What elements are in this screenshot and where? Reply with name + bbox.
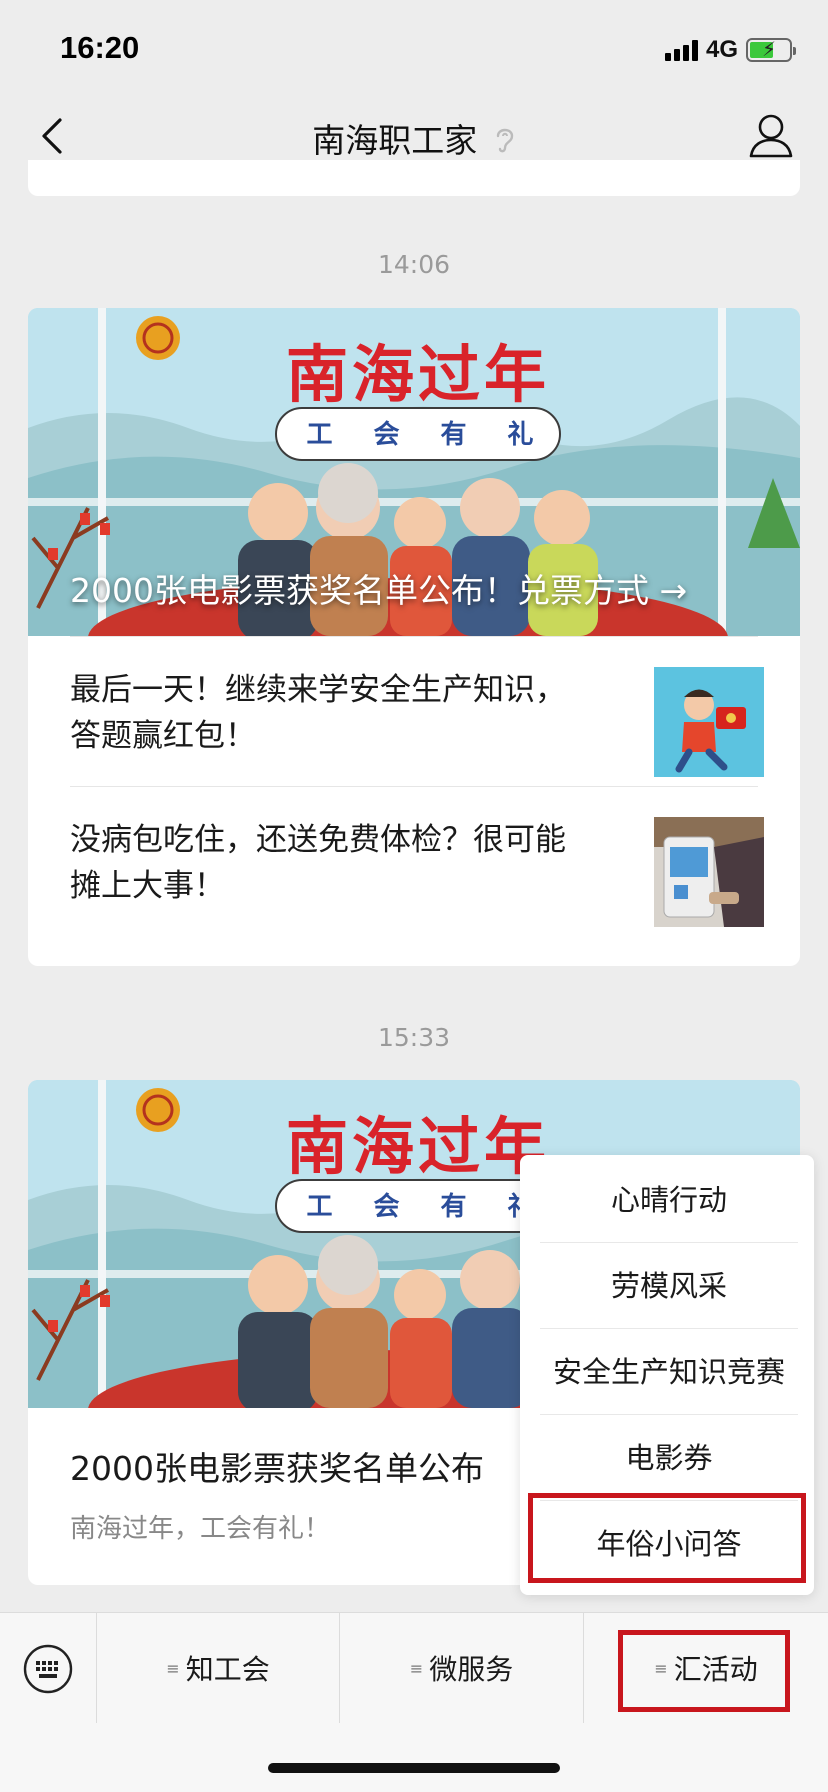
person-icon xyxy=(749,114,793,158)
network-type: 4G xyxy=(705,36,738,63)
sub-article-title: 没病包吃住，还送免费体检？很可能摊上大事！ xyxy=(70,822,566,904)
sub-article-thumbnail xyxy=(654,817,764,927)
banner-subheading: 工 会 有 礼 xyxy=(306,420,534,450)
status-bar: 16:20 4G ⚡ xyxy=(0,0,828,96)
menu-tab-label: 知工会 xyxy=(185,1653,270,1686)
message-timestamp: 14:06 xyxy=(377,250,451,279)
article-digest: 南海过年，工会有礼！ xyxy=(70,1514,331,1544)
submenu-item-laomo[interactable]: 劳模风采 xyxy=(540,1243,798,1329)
sub-article-title: 最后一天！继续来学安全生产知识，答题赢红包！ xyxy=(70,672,566,754)
menu-tab-weifuwu[interactable]: ≡ 微服务 xyxy=(339,1613,583,1723)
banner-subheading: 工 会 有 礼 xyxy=(306,1192,533,1222)
highlight-box xyxy=(528,1493,806,1583)
submenu-item-safety-quiz[interactable]: 安全生产知识竞赛 xyxy=(540,1329,798,1415)
keyboard-icon xyxy=(23,1644,73,1694)
menu-tab-zhigonghui[interactable]: ≡ 知工会 xyxy=(96,1613,339,1723)
status-time: 16:20 xyxy=(60,30,140,65)
previous-message-card[interactable] xyxy=(28,160,800,196)
listen-ear-icon[interactable] xyxy=(494,123,516,162)
article-title: 2000张电影票获奖名单公布 xyxy=(70,1449,484,1488)
banner-image[interactable]: 南海过年 工 会 有 礼 2000张电影票获奖名单公布！兑票方式 → xyxy=(28,308,800,636)
battery-icon: ⚡ xyxy=(746,37,796,62)
banner-heading: 南海过年 xyxy=(285,338,550,411)
signal-icon xyxy=(664,39,698,61)
sub-article-item[interactable]: 最后一天！继续来学安全生产知识，答题赢红包！ xyxy=(70,636,764,786)
submenu-item-xinqing[interactable]: 心晴行动 xyxy=(540,1157,798,1243)
sub-article-item[interactable]: 没病包吃住，还送免费体检？很可能摊上大事！ xyxy=(70,786,764,936)
banner-caption: 2000张电影票获奖名单公布！兑票方式 → xyxy=(70,571,688,610)
page-title: 南海职工家 xyxy=(0,114,828,162)
message-card-multi: 南海过年 工 会 有 礼 2000张电影票获奖名单公布！兑票方式 → 最后一天！… xyxy=(28,308,800,966)
message-timestamp: 15:33 xyxy=(377,1023,451,1052)
menu-list-icon: ≡ xyxy=(166,1658,180,1678)
menu-tab-label: 微服务 xyxy=(429,1653,514,1686)
highlight-box xyxy=(618,1630,790,1712)
keyboard-toggle-button[interactable] xyxy=(22,1643,74,1695)
home-indicator[interactable] xyxy=(268,1763,560,1773)
menu-list-icon: ≡ xyxy=(409,1658,424,1678)
sub-article-thumbnail xyxy=(654,667,764,777)
submenu-item-movie-voucher[interactable]: 电影券 xyxy=(540,1415,798,1501)
page-title-text: 南海职工家 xyxy=(312,121,478,160)
profile-button[interactable] xyxy=(744,108,798,164)
status-indicators: 4G ⚡ xyxy=(664,36,796,64)
